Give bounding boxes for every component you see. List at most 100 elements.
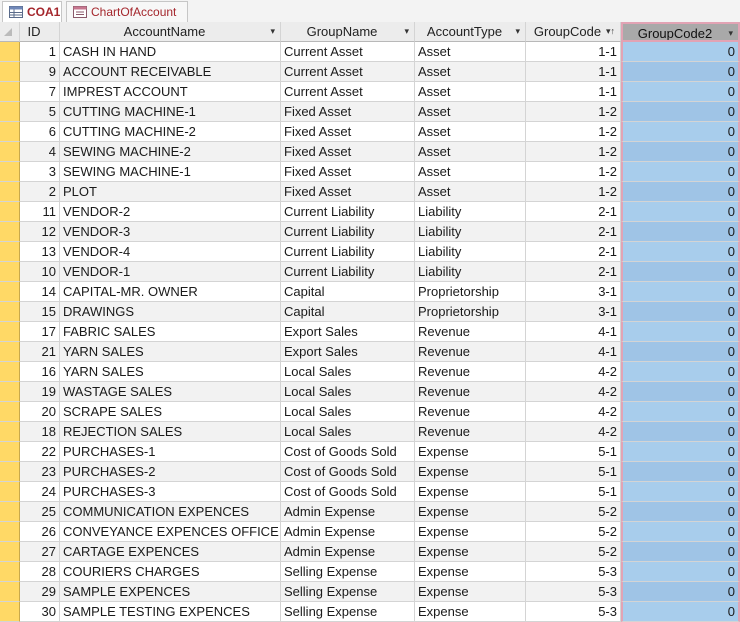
table-row[interactable]: 27 CARTAGE EXPENCES Admin Expense Expense 5-… <box>0 542 740 562</box>
table-row[interactable]: 16 YARN SALES Local Sales Revenue 4-2 0 <box>0 362 740 382</box>
cell-groupname[interactable]: Capital <box>281 282 415 302</box>
cell-accounttype[interactable]: Expense <box>415 582 526 602</box>
cell-groupcode[interactable]: 1-2 <box>526 122 621 142</box>
cell-accounttype[interactable]: Asset <box>415 122 526 142</box>
table-row[interactable]: 23 PURCHASES-2 Cost of Goods Sold Expense 5-… <box>0 462 740 482</box>
cell-accounttype[interactable]: Asset <box>415 162 526 182</box>
cell-id[interactable]: 23 <box>20 462 60 482</box>
record-selector[interactable] <box>0 222 20 242</box>
cell-groupcode[interactable]: 4-1 <box>526 322 621 342</box>
cell-accounttype[interactable]: Expense <box>415 522 526 542</box>
record-selector[interactable] <box>0 402 20 422</box>
record-selector[interactable] <box>0 62 20 82</box>
record-selector[interactable] <box>0 442 20 462</box>
tab-coa1[interactable]: COA1 <box>2 1 62 22</box>
cell-groupname[interactable]: Local Sales <box>281 422 415 442</box>
cell-groupname[interactable]: Current Asset <box>281 82 415 102</box>
cell-groupcode2[interactable]: 0 <box>621 82 740 102</box>
cell-accounttype[interactable]: Liability <box>415 202 526 222</box>
table-row[interactable]: 17 FABRIC SALES Export Sales Revenue 4-1 0 <box>0 322 740 342</box>
cell-groupname[interactable]: Capital <box>281 302 415 322</box>
cell-accounttype[interactable]: Revenue <box>415 382 526 402</box>
table-row[interactable]: 24 PURCHASES-3 Cost of Goods Sold Expense 5-… <box>0 482 740 502</box>
cell-accountname[interactable]: PURCHASES-2 <box>60 462 281 482</box>
cell-accounttype[interactable]: Proprietorship <box>415 282 526 302</box>
cell-accounttype[interactable]: Revenue <box>415 402 526 422</box>
cell-accountname[interactable]: PLOT <box>60 182 281 202</box>
table-row[interactable]: 21 YARN SALES Export Sales Revenue 4-1 0 <box>0 342 740 362</box>
tab-chartofaccount[interactable]: ChartOfAccount <box>66 1 188 22</box>
cell-accountname[interactable]: CONVEYANCE EXPENCES OFFICE <box>60 522 281 542</box>
cell-id[interactable]: 16 <box>20 362 60 382</box>
cell-accountname[interactable]: VENDOR-1 <box>60 262 281 282</box>
cell-groupname[interactable]: Fixed Asset <box>281 182 415 202</box>
record-selector[interactable] <box>0 242 20 262</box>
cell-id[interactable]: 1 <box>20 42 60 62</box>
cell-groupcode[interactable]: 4-1 <box>526 342 621 362</box>
table-row[interactable]: 26 CONVEYANCE EXPENCES OFFICE Admin Expens… <box>0 522 740 542</box>
cell-id[interactable]: 25 <box>20 502 60 522</box>
cell-accountname[interactable]: VENDOR-2 <box>60 202 281 222</box>
cell-groupname[interactable]: Fixed Asset <box>281 102 415 122</box>
record-selector[interactable] <box>0 162 20 182</box>
table-row[interactable]: 15 DRAWINGS Capital Proprietorship 3-1 0 <box>0 302 740 322</box>
cell-accountname[interactable]: SCRAPE SALES <box>60 402 281 422</box>
cell-id[interactable]: 22 <box>20 442 60 462</box>
cell-accountname[interactable]: VENDOR-4 <box>60 242 281 262</box>
table-row[interactable]: 5 CUTTING MACHINE-1 Fixed Asset Asset 1-2 0 <box>0 102 740 122</box>
cell-id[interactable]: 11 <box>20 202 60 222</box>
cell-accountname[interactable]: CUTTING MACHINE-2 <box>60 122 281 142</box>
cell-groupcode[interactable]: 1-2 <box>526 162 621 182</box>
cell-groupname[interactable]: Export Sales <box>281 342 415 362</box>
cell-id[interactable]: 20 <box>20 402 60 422</box>
cell-id[interactable]: 5 <box>20 102 60 122</box>
cell-accountname[interactable]: CARTAGE EXPENCES <box>60 542 281 562</box>
cell-groupcode[interactable]: 2-1 <box>526 242 621 262</box>
record-selector[interactable] <box>0 422 20 442</box>
record-selector[interactable] <box>0 382 20 402</box>
record-selector[interactable] <box>0 102 20 122</box>
record-selector[interactable] <box>0 522 20 542</box>
column-header-accountname[interactable]: AccountName ▾ <box>60 22 281 42</box>
cell-groupcode[interactable]: 5-2 <box>526 522 621 542</box>
cell-groupcode2[interactable]: 0 <box>621 122 740 142</box>
cell-groupcode2[interactable]: 0 <box>621 202 740 222</box>
filter-dropdown-icon[interactable]: ▾ <box>270 22 275 41</box>
record-selector[interactable] <box>0 322 20 342</box>
table-row[interactable]: 2 PLOT Fixed Asset Asset 1-2 0 <box>0 182 740 202</box>
cell-accountname[interactable]: YARN SALES <box>60 342 281 362</box>
cell-groupcode[interactable]: 5-3 <box>526 602 621 622</box>
cell-accountname[interactable]: PURCHASES-3 <box>60 482 281 502</box>
cell-groupcode2[interactable]: 0 <box>621 242 740 262</box>
cell-groupcode[interactable]: 5-1 <box>526 482 621 502</box>
cell-accounttype[interactable]: Revenue <box>415 362 526 382</box>
record-selector[interactable] <box>0 582 20 602</box>
cell-groupcode2[interactable]: 0 <box>621 502 740 522</box>
cell-groupcode[interactable]: 1-1 <box>526 82 621 102</box>
cell-groupcode[interactable]: 5-1 <box>526 462 621 482</box>
cell-groupcode2[interactable]: 0 <box>621 482 740 502</box>
cell-groupcode[interactable]: 5-2 <box>526 502 621 522</box>
table-row[interactable]: 13 VENDOR-4 Current Liability Liability 2-1 0 <box>0 242 740 262</box>
table-row[interactable]: 29 SAMPLE EXPENCES Selling Expense Expense 5… <box>0 582 740 602</box>
cell-accountname[interactable]: SEWING MACHINE-2 <box>60 142 281 162</box>
cell-groupcode[interactable]: 4-2 <box>526 382 621 402</box>
cell-id[interactable]: 4 <box>20 142 60 162</box>
table-row[interactable]: 6 CUTTING MACHINE-2 Fixed Asset Asset 1-2 0 <box>0 122 740 142</box>
column-header-groupcode2[interactable]: GroupCode2 ▾ <box>621 22 740 42</box>
cell-groupname[interactable]: Cost of Goods Sold <box>281 462 415 482</box>
cell-groupcode2[interactable]: 0 <box>621 262 740 282</box>
cell-id[interactable]: 18 <box>20 422 60 442</box>
record-selector[interactable] <box>0 122 20 142</box>
cell-groupname[interactable]: Selling Expense <box>281 562 415 582</box>
table-row[interactable]: 30 SAMPLE TESTING EXPENCES Selling Expense… <box>0 602 740 622</box>
column-header-groupcode[interactable]: GroupCode ▾↑ <box>526 22 621 42</box>
cell-groupcode[interactable]: 3-1 <box>526 282 621 302</box>
cell-accountname[interactable]: CAPITAL-MR. OWNER <box>60 282 281 302</box>
cell-accounttype[interactable]: Asset <box>415 82 526 102</box>
cell-accountname[interactable]: VENDOR-3 <box>60 222 281 242</box>
cell-groupcode[interactable]: 1-1 <box>526 42 621 62</box>
cell-groupcode2[interactable]: 0 <box>621 602 740 622</box>
record-selector[interactable] <box>0 342 20 362</box>
cell-groupname[interactable]: Current Liability <box>281 242 415 262</box>
